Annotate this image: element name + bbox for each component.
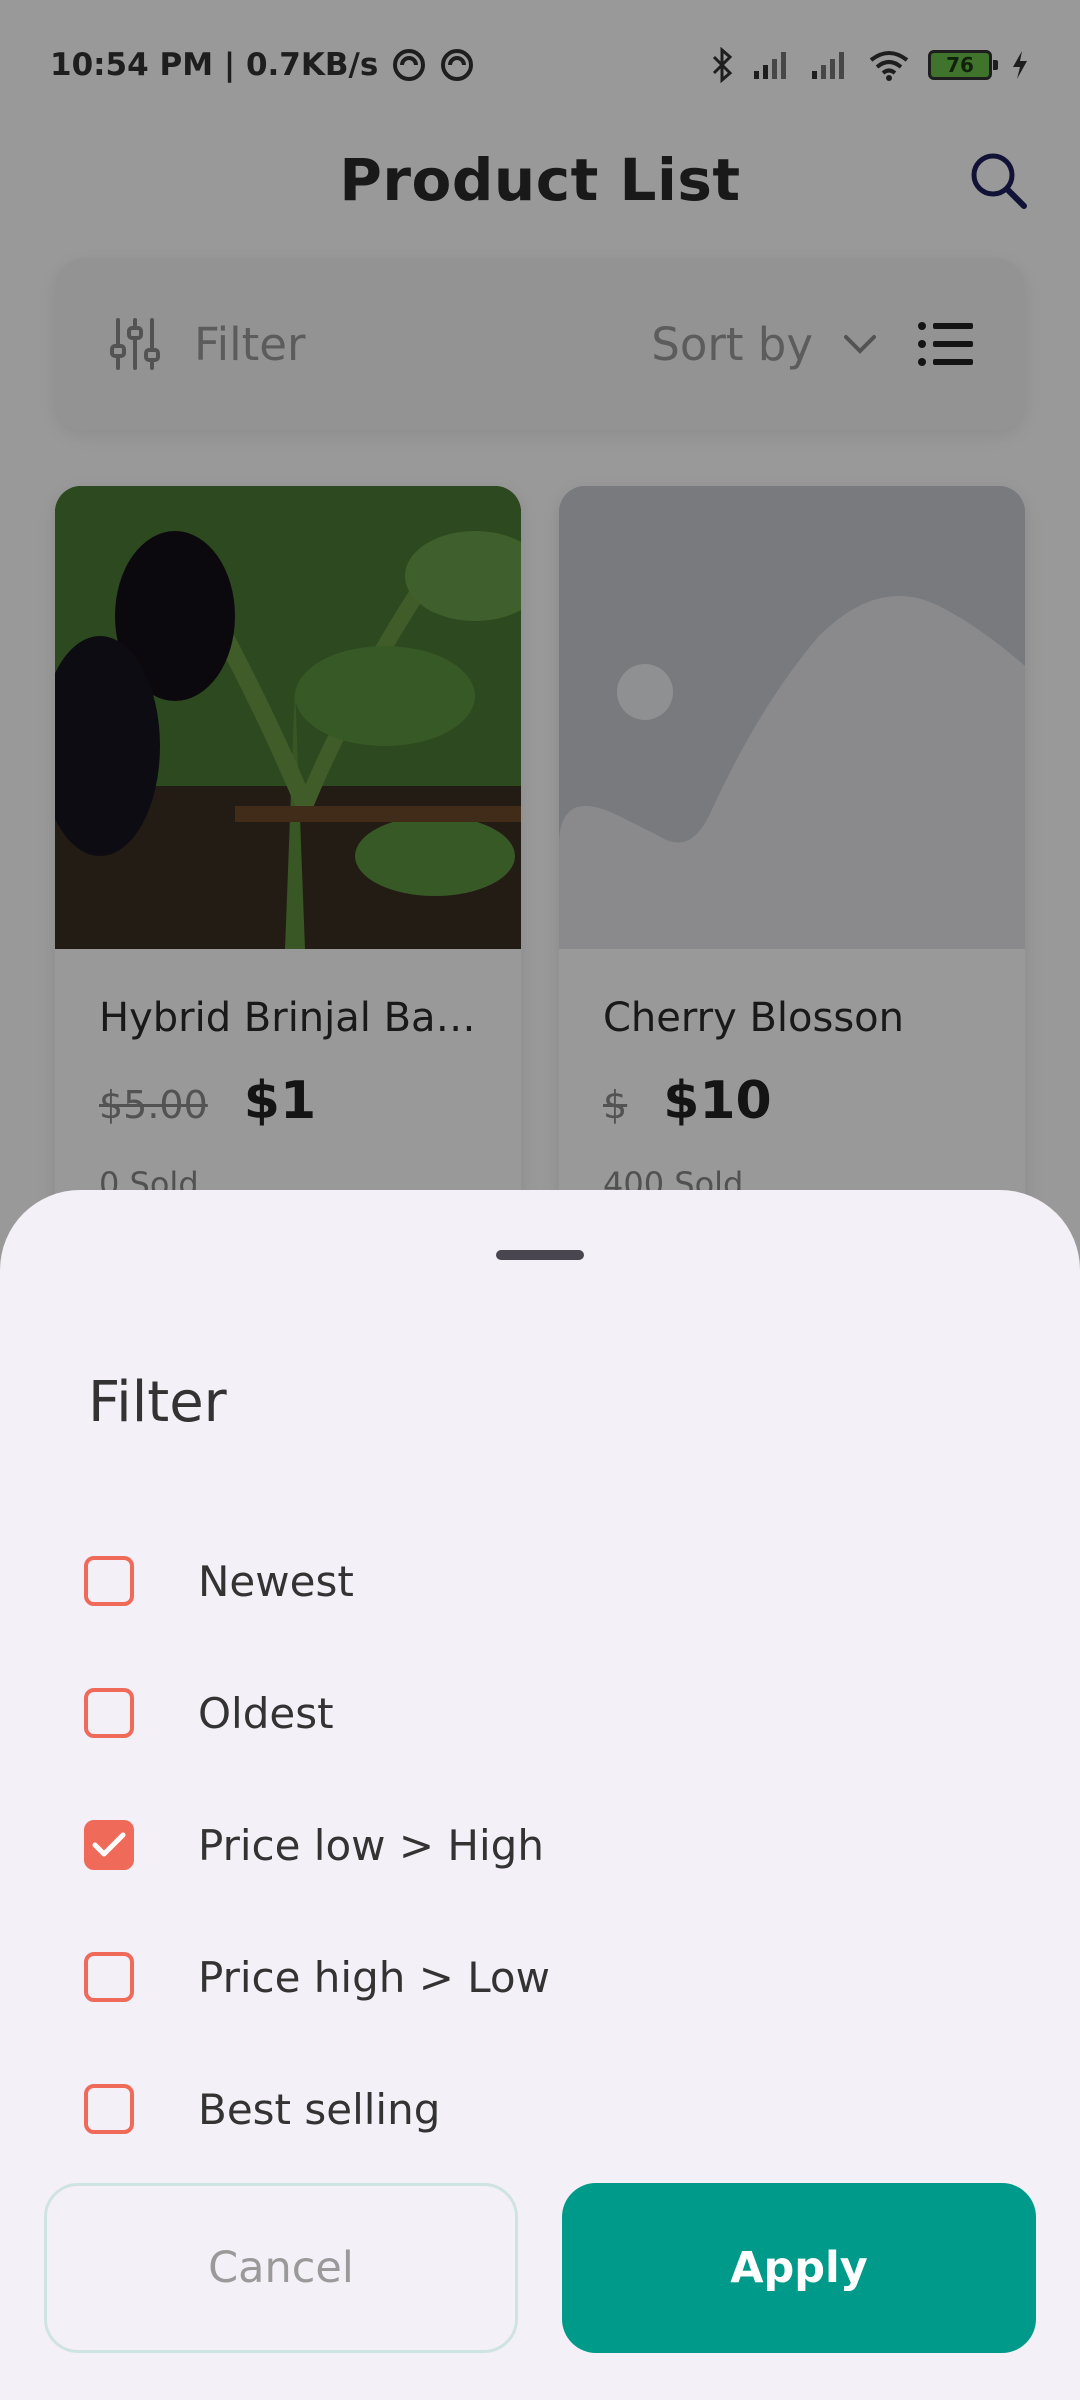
checkbox[interactable] [84, 1952, 134, 2002]
option-label: Price low > High [198, 1820, 544, 1870]
checkbox[interactable] [84, 2084, 134, 2134]
filter-options-list: Newest Oldest Price low > High Price hig… [84, 1515, 984, 2175]
sheet-title: Filter [88, 1370, 227, 1435]
filter-option-oldest[interactable]: Oldest [84, 1647, 984, 1779]
filter-option-price-low-high[interactable]: Price low > High [84, 1779, 984, 1911]
checkmark-icon [92, 1832, 126, 1857]
filter-option-newest[interactable]: Newest [84, 1515, 984, 1647]
option-label: Oldest [198, 1688, 334, 1738]
option-label: Best selling [198, 2084, 441, 2134]
apply-button[interactable]: Apply [562, 2183, 1036, 2353]
filter-option-price-high-low[interactable]: Price high > Low [84, 1911, 984, 2043]
checkbox[interactable] [84, 1556, 134, 1606]
filter-bottom-sheet: Filter Newest Oldest Price low > High Pr… [0, 1190, 1080, 2400]
sheet-actions: Cancel Apply [44, 2183, 1036, 2353]
filter-option-best-selling[interactable]: Best selling [84, 2043, 984, 2175]
option-label: Newest [198, 1556, 354, 1606]
checkbox[interactable] [84, 1688, 134, 1738]
drag-handle[interactable] [496, 1250, 584, 1260]
cancel-button[interactable]: Cancel [44, 2183, 518, 2353]
checkbox-checked[interactable] [84, 1820, 134, 1870]
option-label: Price high > Low [198, 1952, 550, 2002]
